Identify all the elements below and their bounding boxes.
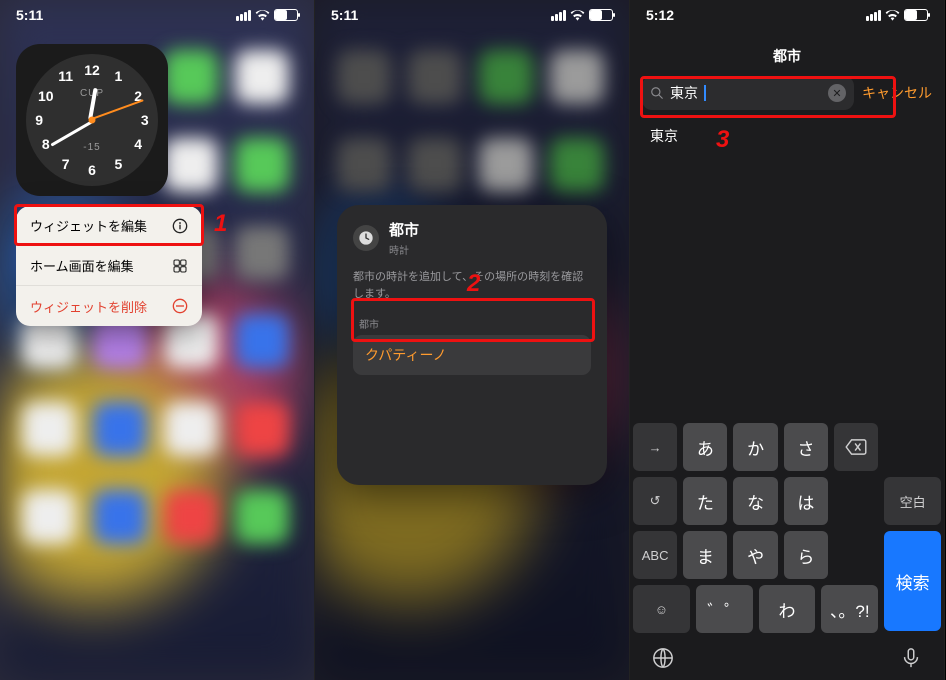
annotation-number-2: 2 bbox=[467, 270, 480, 298]
status-time: 5:12 bbox=[646, 7, 674, 23]
key-sa[interactable]: さ bbox=[784, 423, 828, 471]
search-field[interactable]: 東京 ✕ bbox=[642, 76, 854, 110]
clear-search-button[interactable]: ✕ bbox=[828, 84, 846, 102]
status-bar: 5:11 bbox=[315, 0, 629, 30]
search-result-row[interactable]: 東京 bbox=[630, 110, 944, 162]
status-bar: 5:12 bbox=[630, 0, 944, 30]
key-arrow[interactable]: → bbox=[633, 423, 677, 471]
wifi-icon bbox=[570, 9, 585, 21]
cancel-button[interactable]: キャンセル bbox=[862, 83, 932, 103]
signal-icon bbox=[866, 10, 881, 21]
wifi-icon bbox=[255, 9, 270, 21]
wifi-icon bbox=[885, 9, 900, 21]
clock-icon bbox=[353, 225, 379, 251]
city-field[interactable]: クパティーノ bbox=[353, 335, 591, 375]
menu-edit-homescreen-label: ホーム画面を編集 bbox=[30, 256, 134, 275]
page-title: 都市 bbox=[630, 36, 944, 76]
status-bar: 5:11 bbox=[0, 0, 314, 30]
mic-icon[interactable] bbox=[900, 647, 922, 669]
key-ra[interactable]: ら bbox=[784, 531, 828, 579]
city-field-label: 都市 bbox=[359, 316, 591, 331]
key-space[interactable]: 空白 bbox=[884, 477, 941, 525]
signal-icon bbox=[236, 10, 251, 21]
menu-edit-homescreen[interactable]: ホーム画面を編集 bbox=[16, 246, 202, 286]
key-search[interactable]: 検索 bbox=[884, 531, 941, 631]
info-icon bbox=[172, 218, 188, 234]
clock-temp: -15 bbox=[83, 142, 100, 153]
backspace-icon bbox=[845, 439, 867, 455]
text-cursor bbox=[704, 85, 706, 101]
key-ka[interactable]: か bbox=[733, 423, 777, 471]
key-ya[interactable]: や bbox=[733, 531, 777, 579]
sheet-subtitle: 時計 bbox=[389, 242, 419, 257]
key-emoji[interactable]: ☺ bbox=[633, 585, 690, 633]
globe-icon[interactable] bbox=[652, 647, 674, 669]
battery-icon bbox=[589, 9, 613, 21]
key-undo[interactable]: ↺ bbox=[633, 477, 677, 525]
second-hand bbox=[91, 100, 143, 120]
menu-edit-widget-label: ウィジェットを編集 bbox=[30, 216, 147, 235]
key-a[interactable]: あ bbox=[683, 423, 727, 471]
menu-remove-widget-label: ウィジェットを削除 bbox=[30, 297, 147, 316]
screen-3-city-search: 5:12 都市 東京 ✕ キャンセル 東京 3 → bbox=[630, 0, 945, 680]
clock-widget[interactable]: CUP -15 12 1 2 3 4 5 6 7 8 9 10 11 bbox=[16, 44, 168, 196]
key-backspace[interactable] bbox=[834, 423, 878, 471]
city-field-value: クパティーノ bbox=[365, 345, 447, 365]
signal-icon bbox=[551, 10, 566, 21]
key-abc[interactable]: ABC bbox=[633, 531, 677, 579]
menu-remove-widget[interactable]: ウィジェットを削除 bbox=[16, 286, 202, 326]
screen-2-edit-widget-sheet: 5:11 都市 時計 都市の時計を追加して、その場所の時刻を確認します。 都市 … bbox=[315, 0, 630, 680]
annotation-number-1: 1 bbox=[214, 210, 227, 238]
screen-1-widget-context-menu: 5:11 CUP -15 12 1 2 3 4 5 6 7 8 9 10 11 bbox=[0, 0, 315, 680]
sheet-title: 都市 bbox=[389, 219, 419, 240]
search-icon bbox=[650, 86, 664, 100]
key-ha[interactable]: は bbox=[784, 477, 828, 525]
remove-icon bbox=[172, 298, 188, 314]
menu-edit-widget[interactable]: ウィジェットを編集 bbox=[16, 206, 202, 246]
key-wa[interactable]: わ bbox=[759, 585, 816, 633]
status-time: 5:11 bbox=[331, 7, 358, 23]
search-input-value: 東京 bbox=[670, 83, 698, 103]
edit-widget-city-sheet: 都市 時計 都市の時計を追加して、その場所の時刻を確認します。 都市 クパティー… bbox=[337, 205, 607, 485]
key-punct[interactable]: 、。?! bbox=[821, 585, 878, 633]
widget-context-menu: ウィジェットを編集 ホーム画面を編集 ウィジェットを削除 bbox=[16, 206, 202, 326]
status-time: 5:11 bbox=[16, 7, 43, 23]
key-na[interactable]: な bbox=[733, 477, 777, 525]
battery-icon bbox=[274, 9, 298, 21]
annotation-number-3: 3 bbox=[716, 126, 729, 154]
japanese-kana-keyboard: → あ か さ ↺ た な は ABC ま bbox=[630, 420, 944, 680]
key-ta[interactable]: た bbox=[683, 477, 727, 525]
battery-icon bbox=[904, 9, 928, 21]
key-dakuten[interactable]: ゛゜ bbox=[696, 585, 753, 633]
apps-icon bbox=[172, 258, 188, 274]
key-ma[interactable]: ま bbox=[683, 531, 727, 579]
